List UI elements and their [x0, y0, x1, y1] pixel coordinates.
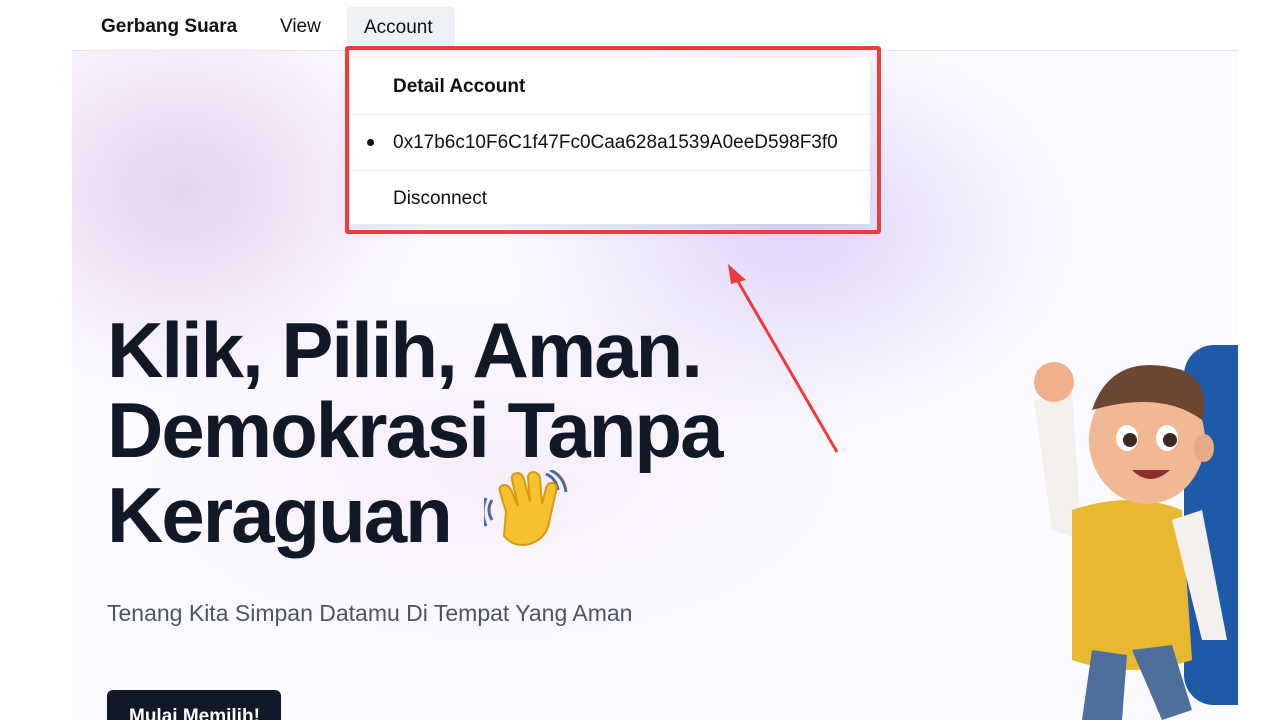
wallet-address-item[interactable]: 0x17b6c10F6C1f47Fc0Caa628a1539A0eeD598F3… [350, 114, 870, 171]
navbar: Gerbang Suara View Account [72, 2, 1238, 51]
start-voting-label: Mulai Memilih! [129, 706, 260, 720]
headline-line-3-text: Keraguan [107, 471, 453, 559]
brand-link[interactable]: Gerbang Suara [101, 16, 237, 38]
wallet-address-text: 0x17b6c10F6C1f47Fc0Caa628a1539A0eeD598F3… [393, 132, 838, 153]
headline-line-3: Keraguan [107, 468, 827, 561]
account-dropdown: Detail Account 0x17b6c10F6C1f47Fc0Caa628… [350, 58, 870, 224]
headline-line-2: Demokrasi Tanpa [107, 386, 723, 474]
headline-line-1: Klik, Pilih, Aman. [107, 306, 703, 394]
disconnect-item[interactable]: Disconnect [350, 170, 870, 226]
browser-page: Gerbang Suara View Account Detail Accoun… [72, 0, 1238, 720]
waving-hand-icon [481, 468, 570, 561]
hero-headline: Klik, Pilih, Aman. Demokrasi Tanpa Kerag… [107, 310, 827, 561]
hero-subtitle: Tenang Kita Simpan Datamu Di Tempat Yang… [107, 600, 633, 626]
bullet-dot-icon [367, 139, 374, 146]
cartoon-boy-illustration [1034, 362, 1227, 720]
nav-account-label: Account [364, 17, 433, 38]
nav-account-menu[interactable]: Account [347, 7, 455, 47]
dropdown-header-row: Detail Account [350, 58, 870, 115]
nav-view-link[interactable]: View [280, 16, 321, 38]
detail-account-heading: Detail Account [393, 76, 526, 97]
start-voting-button[interactable]: Mulai Memilih! [107, 690, 281, 720]
disconnect-label: Disconnect [393, 188, 487, 209]
